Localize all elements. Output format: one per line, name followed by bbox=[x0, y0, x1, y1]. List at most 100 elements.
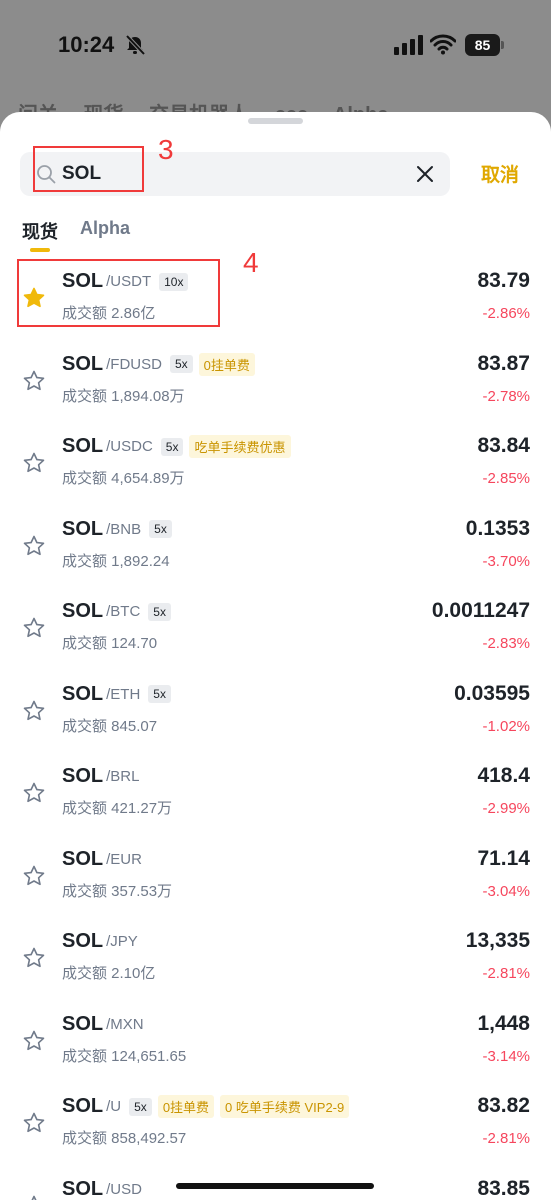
fee-promo-badge: 0 吃单手续费 VIP2-9 bbox=[220, 1095, 350, 1118]
bell-muted-icon bbox=[125, 34, 146, 56]
pair-quote: /EUR bbox=[106, 850, 142, 868]
pair-price: 0.03595 bbox=[454, 681, 530, 705]
leverage-badge: 5x bbox=[149, 520, 172, 538]
cellular-signal-icon bbox=[394, 35, 423, 55]
tab-active-indicator bbox=[30, 248, 50, 252]
pair-row[interactable]: SOL/USDT 10x 成交额 2.86亿 83.79 -2.86% bbox=[0, 258, 551, 341]
pair-base: SOL bbox=[62, 847, 104, 870]
pair-price: 0.0011247 bbox=[431, 599, 530, 622]
pair-quote: /BRL bbox=[106, 768, 140, 785]
pair-volume: 成交额 124.70 bbox=[62, 635, 158, 652]
pair-quote: /BNB bbox=[106, 520, 142, 538]
cancel-button[interactable]: 取消 bbox=[481, 160, 519, 187]
pair-row[interactable]: SOL/EUR 成交额 357.53万 71.14 -3.04% bbox=[0, 836, 551, 919]
pair-list: SOL/USDT 10x 成交额 2.86亿 83.79 -2.86% SOL/FDUSD… bbox=[0, 258, 551, 1200]
pair-row[interactable]: SOL/USDC 5x 吃单手续费优惠 成交额 4,654.89万 83.84 -2.85… bbox=[0, 423, 551, 506]
battery-level: 85 bbox=[465, 34, 500, 56]
pair-quote: /USD bbox=[106, 1180, 142, 1198]
pair-quote: /MXN bbox=[106, 1015, 144, 1033]
pair-base: SOL bbox=[62, 682, 104, 705]
status-bar: 10:24 85 bbox=[0, 0, 551, 90]
tab-alpha[interactable]: Alpha bbox=[80, 218, 130, 239]
star-outline-icon[interactable] bbox=[22, 369, 46, 393]
star-outline-icon[interactable] bbox=[22, 1194, 46, 1200]
clear-icon[interactable] bbox=[415, 164, 435, 184]
pair-name: SOL/U 5x 0挂单费 0 吃单手续费 VIP2-9 bbox=[62, 1095, 350, 1118]
star-outline-icon[interactable] bbox=[22, 616, 46, 640]
star-outline-icon[interactable] bbox=[22, 534, 46, 558]
pair-base: SOL bbox=[62, 1177, 104, 1200]
pair-quote: /BTC bbox=[106, 603, 141, 620]
pair-name: SOL/EUR bbox=[62, 848, 142, 871]
pair-volume: 成交额 1,894.08万 bbox=[62, 387, 185, 405]
wifi-icon bbox=[430, 34, 456, 55]
pair-price: 83.87 bbox=[477, 351, 530, 375]
pair-row[interactable]: SOL/FDUSD 5x 0挂单费 成交额 1,894.08万 83.87 -2.78% bbox=[0, 341, 551, 424]
star-outline-icon[interactable] bbox=[22, 864, 46, 888]
star-outline-icon[interactable] bbox=[22, 1111, 46, 1135]
annotation-box-search bbox=[33, 146, 144, 192]
pair-volume: 成交额 4,654.89万 bbox=[62, 470, 185, 487]
leverage-badge: 5x bbox=[160, 437, 184, 456]
fee-promo-badge: 0挂单费 bbox=[157, 1095, 215, 1118]
pair-quote: /USDT bbox=[106, 273, 152, 290]
pair-volume: 成交额 2.10亿 bbox=[62, 965, 156, 982]
pair-price: 83.84 bbox=[477, 434, 530, 457]
pair-quote: /JPY bbox=[106, 933, 138, 950]
tab-spot[interactable]: 现货 bbox=[22, 218, 58, 244]
pair-change: -3.70% bbox=[482, 552, 530, 570]
pair-volume: 成交额 858,492.57 bbox=[62, 1130, 187, 1147]
star-outline-icon[interactable] bbox=[22, 946, 46, 970]
star-outline-icon[interactable] bbox=[22, 781, 46, 805]
star-outline-icon[interactable] bbox=[22, 451, 46, 475]
pair-base: SOL bbox=[62, 435, 104, 457]
pair-quote: /FDUSD bbox=[106, 355, 162, 373]
pair-name: SOL/BNB 5x bbox=[62, 518, 172, 541]
pair-row[interactable]: SOL/BRL 成交额 421.27万 418.4 -2.99% bbox=[0, 753, 551, 836]
pair-base: SOL bbox=[62, 352, 104, 375]
star-filled-icon[interactable] bbox=[22, 286, 46, 310]
pair-volume: 成交额 1,892.24 bbox=[62, 552, 170, 570]
status-time: 10:24 bbox=[58, 32, 115, 57]
pair-quote: /U bbox=[106, 1098, 122, 1115]
pair-price: 13,335 bbox=[465, 929, 530, 952]
pair-price: 1,448 bbox=[477, 1011, 530, 1035]
pair-change: -2.85% bbox=[482, 470, 530, 487]
pair-row[interactable]: SOL/BTC 5x 成交额 124.70 0.0011247 -2.83% bbox=[0, 588, 551, 671]
pair-row[interactable]: SOL/U 5x 0挂单费 0 吃单手续费 VIP2-9 成交额 858,492.57 8… bbox=[0, 1083, 551, 1166]
pair-name: SOL/BTC 5x bbox=[62, 600, 171, 623]
pair-change: -3.04% bbox=[482, 882, 530, 900]
pair-base: SOL bbox=[62, 765, 104, 787]
sheet-drag-handle[interactable] bbox=[248, 118, 303, 124]
pair-volume: 成交额 2.86亿 bbox=[62, 305, 156, 322]
pair-base: SOL bbox=[62, 1012, 104, 1035]
pair-volume: 成交额 421.27万 bbox=[62, 800, 173, 817]
pair-change: -2.99% bbox=[482, 800, 530, 817]
pair-change: -2.86% bbox=[482, 305, 530, 322]
pair-name: SOL/BRL bbox=[62, 765, 139, 788]
pair-base: SOL bbox=[62, 930, 104, 952]
pair-base: SOL bbox=[62, 1095, 104, 1117]
star-outline-icon[interactable] bbox=[22, 1029, 46, 1053]
pair-price: 0.1353 bbox=[465, 516, 530, 540]
pair-name: SOL/JPY bbox=[62, 930, 138, 953]
pair-base: SOL bbox=[62, 600, 104, 622]
pair-base: SOL bbox=[62, 270, 104, 292]
pair-row[interactable]: SOL/JPY 成交额 2.10亿 13,335 -2.81% bbox=[0, 918, 551, 1001]
pair-quote: /ETH bbox=[106, 685, 141, 703]
pair-change: -1.02% bbox=[482, 717, 530, 735]
pair-change: -2.81% bbox=[482, 1130, 530, 1147]
leverage-badge: 10x bbox=[159, 272, 189, 291]
pair-volume: 成交额 124,651.65 bbox=[62, 1047, 187, 1065]
leverage-badge: 5x bbox=[169, 355, 193, 373]
leverage-badge: 5x bbox=[148, 685, 171, 703]
pair-row[interactable]: SOL/BNB 5x 成交额 1,892.24 0.1353 -3.70% bbox=[0, 506, 551, 589]
pair-price: 71.14 bbox=[477, 846, 530, 870]
pair-row[interactable]: SOL/MXN 成交额 124,651.65 1,448 -3.14% bbox=[0, 1001, 551, 1084]
pair-change: -2.83% bbox=[482, 635, 530, 652]
star-outline-icon[interactable] bbox=[22, 699, 46, 723]
fee-promo-badge: 吃单手续费优惠 bbox=[189, 435, 291, 458]
battery-nub bbox=[501, 41, 504, 49]
pair-volume: 成交额 357.53万 bbox=[62, 882, 173, 900]
pair-row[interactable]: SOL/ETH 5x 成交额 845.07 0.03595 -1.02% bbox=[0, 671, 551, 754]
